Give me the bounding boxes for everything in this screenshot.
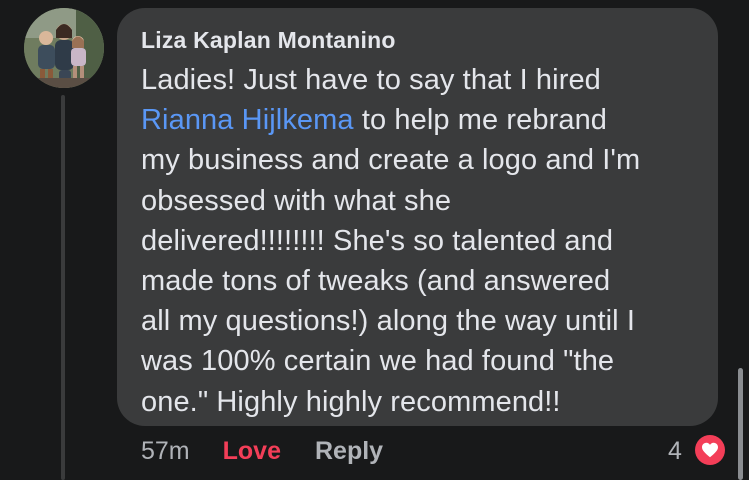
comment-text-line: made tons of tweaks (and answered	[141, 265, 611, 298]
mention-link[interactable]: Rianna Hijlkema	[141, 104, 354, 136]
comment-text-line: was 100% certain we had found "the	[141, 345, 615, 378]
avatar[interactable]	[24, 8, 104, 88]
comment-timestamp[interactable]: 57m	[141, 437, 190, 466]
comment-view: Liza Kaplan Montanino Ladies! Just have …	[0, 0, 749, 480]
reply-thread-line	[61, 95, 65, 480]
scrollbar[interactable]	[738, 368, 743, 480]
reply-button[interactable]: Reply	[315, 437, 383, 466]
love-reaction-button[interactable]: Love	[223, 437, 281, 466]
reaction-count[interactable]: 4	[668, 434, 682, 468]
reaction-badge[interactable]	[693, 433, 727, 467]
comment-text-line: one." Highly highly recommend!!	[141, 385, 561, 418]
avatar-photo-icon	[24, 8, 104, 88]
comment-actions: 57m Love Reply	[141, 434, 383, 468]
comment-text-line: Rianna Hijlkema to help me rebrand	[141, 104, 608, 137]
comment-text-line: Ladies! Just have to say that I hired	[141, 64, 601, 96]
comment-bubble: Liza Kaplan Montanino Ladies! Just have …	[117, 8, 718, 426]
comment-text-line: all my questions!) along the way until I	[141, 305, 636, 338]
comment-text-line: obsessed with what she	[141, 184, 452, 217]
comment-text-line: my business and create a logo and I'm	[141, 144, 641, 177]
comment-text: Ladies! Just have to say that I hired Ri…	[141, 60, 698, 422]
comment-author[interactable]: Liza Kaplan Montanino	[141, 26, 698, 54]
comment-text-line: delivered!!!!!!!! She's so talented and	[141, 224, 614, 257]
heart-icon	[702, 442, 718, 458]
